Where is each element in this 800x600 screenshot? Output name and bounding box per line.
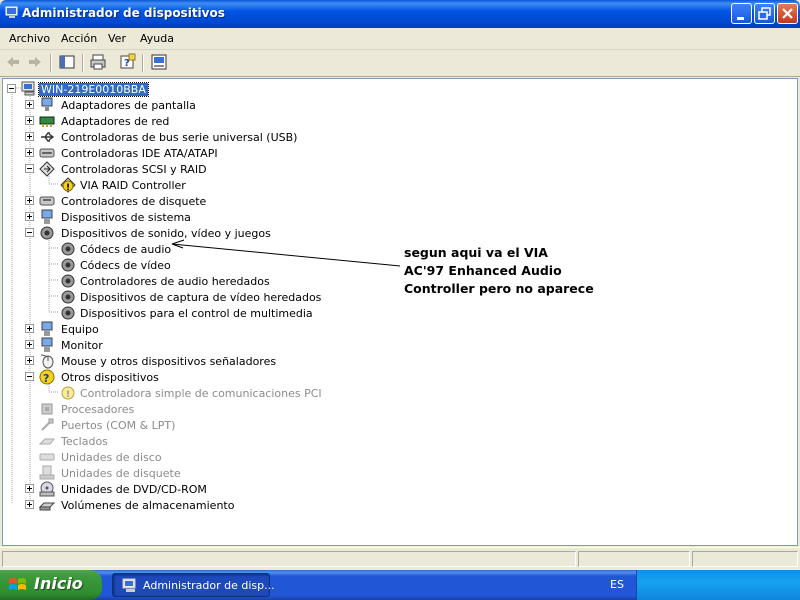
expand-toggle[interactable]	[25, 148, 34, 157]
tree-root-label: WIN-219E0010BBA	[38, 82, 149, 97]
menu-ver[interactable]: Ver	[108, 32, 126, 45]
expand-toggle[interactable]	[25, 196, 34, 205]
sound-icon	[40, 226, 54, 240]
minimize-button[interactable]	[731, 3, 752, 24]
collapse-toggle[interactable]	[7, 84, 16, 93]
sound-icon	[61, 290, 75, 304]
forward-arrow-icon[interactable]	[26, 53, 44, 71]
print-icon[interactable]	[89, 53, 107, 71]
unknown-device-icon: ?	[39, 369, 55, 385]
language-indicator[interactable]: ES	[610, 578, 624, 591]
status-pane-3	[692, 551, 798, 567]
device-tree[interactable]: WIN-219E0010BBA Adaptadores de pantalla …	[2, 78, 798, 546]
annotation-line: AC'97 Enhanced Audio	[404, 263, 562, 278]
status-pane-main	[2, 551, 576, 567]
menu-accion[interactable]: Acción	[61, 32, 97, 45]
close-button[interactable]	[777, 3, 798, 24]
annotation-line: segun aqui va el VIA	[404, 245, 548, 260]
network-adapter-icon	[39, 116, 55, 127]
expand-toggle[interactable]	[25, 484, 34, 493]
properties-icon[interactable]	[150, 53, 168, 71]
status-bar	[0, 547, 800, 570]
scsi-icon	[39, 161, 55, 177]
device-manager-icon	[5, 6, 18, 18]
window-title: Administrador de dispositivos	[22, 6, 225, 20]
computer-icon	[21, 81, 35, 96]
annotation-note: segun aqui va el VIA AC'97 Enhanced Audi…	[404, 244, 664, 298]
menu-archivo[interactable]: Archivo	[9, 32, 50, 45]
show-hide-console-tree-icon[interactable]	[58, 53, 76, 71]
display-adapter-icon	[41, 97, 53, 111]
usb-icon	[41, 132, 55, 142]
svg-text:!: !	[66, 390, 70, 400]
port-icon	[41, 418, 54, 431]
floppy-drive-icon	[39, 465, 55, 480]
svg-text:!: !	[66, 183, 70, 193]
processor-icon	[41, 403, 53, 415]
ide-controller-icon	[39, 148, 55, 158]
expand-toggle[interactable]	[25, 132, 34, 141]
menu-ayuda[interactable]: Ayuda	[140, 32, 174, 45]
mouse-icon	[40, 354, 54, 369]
start-label: Inicio	[34, 574, 83, 593]
expand-toggle[interactable]	[25, 324, 34, 333]
warning-device-icon: !	[60, 177, 76, 193]
collapse-toggle[interactable]	[25, 228, 34, 237]
expand-toggle[interactable]	[25, 100, 34, 109]
taskbar-button-label: Administrador de disp...	[143, 579, 275, 592]
keyboard-icon	[39, 438, 55, 445]
minimize-icon	[737, 17, 744, 20]
help-icon[interactable]: ?	[119, 53, 137, 71]
warning-device-icon: !	[61, 386, 75, 400]
expand-toggle[interactable]	[25, 340, 34, 349]
expand-toggle[interactable]	[25, 500, 34, 509]
storage-volume-icon	[39, 502, 55, 511]
computer-icon	[41, 321, 53, 336]
expand-toggle[interactable]	[25, 212, 34, 221]
title-bar[interactable]: Administrador de dispositivos	[0, 0, 800, 28]
status-pane-2	[578, 551, 690, 567]
computer-icon	[122, 578, 136, 592]
system-tray	[636, 570, 800, 600]
restore-button[interactable]	[754, 3, 775, 24]
expand-toggle[interactable]	[25, 356, 34, 365]
annotation-line: Controller pero no aparece	[404, 281, 594, 296]
close-icon	[782, 8, 793, 19]
sound-icon	[61, 242, 75, 256]
windows-logo-icon	[9, 578, 26, 590]
menu-bar: Archivo Acción Ver Ayuda	[0, 28, 800, 50]
start-button[interactable]: Inicio	[0, 570, 102, 600]
floppy-controller-icon	[39, 196, 55, 206]
toolbar: ?	[0, 50, 800, 77]
sound-icon	[61, 258, 75, 272]
dvd-icon	[39, 481, 55, 497]
back-arrow-icon[interactable]	[4, 53, 22, 71]
restore-icon	[758, 7, 771, 20]
monitor-icon	[41, 337, 53, 352]
collapse-toggle[interactable]	[25, 164, 34, 173]
sound-icon	[61, 274, 75, 288]
taskbar: Inicio Administrador de disp... ES	[0, 570, 800, 600]
system-device-icon	[41, 209, 53, 224]
expand-toggle[interactable]	[25, 116, 34, 125]
svg-text:?: ?	[43, 372, 49, 385]
sound-icon	[61, 306, 75, 320]
taskbar-button-device-manager[interactable]: Administrador de disp...	[112, 573, 275, 597]
disk-drive-icon	[39, 453, 55, 461]
collapse-toggle[interactable]	[25, 372, 34, 381]
